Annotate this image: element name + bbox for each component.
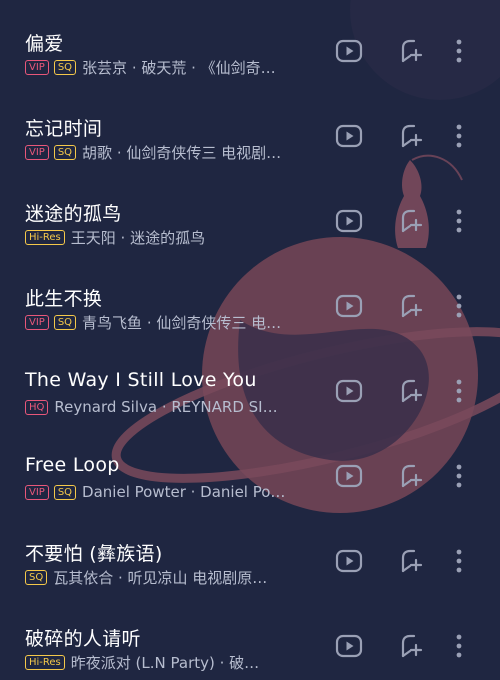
- more-vertical-icon[interactable]: [452, 548, 466, 574]
- more-vertical-icon[interactable]: [452, 293, 466, 319]
- song-subtitle: 胡歌 · 仙剑奇侠传三 电视剧…: [82, 143, 282, 162]
- song-row[interactable]: Free Loop VIP SQ Daniel Powter · Daniel Po…: [0, 425, 500, 510]
- quality-badge-sq: SQ: [53, 314, 77, 330]
- play-video-icon[interactable]: [335, 634, 363, 658]
- song-meta: Hi-Res 昨夜派对 (L.N Party) · 破…: [25, 653, 260, 672]
- song-meta: SQ 瓦其依合 · 听见凉山 电视剧原…: [25, 568, 268, 587]
- play-video-icon[interactable]: [335, 209, 363, 233]
- add-to-playlist-icon[interactable]: [398, 633, 424, 659]
- song-meta: HQ Reynard Silva · REYNARD SI…: [25, 398, 278, 416]
- play-video-icon[interactable]: [335, 124, 363, 148]
- song-title: The Way I Still Love You: [25, 369, 257, 391]
- song-meta: VIP SQ 张芸京 · 破天荒 · 《仙剑奇…: [25, 58, 276, 77]
- play-video-icon[interactable]: [335, 549, 363, 573]
- song-row[interactable]: 忘记时间 VIP SQ 胡歌 · 仙剑奇侠传三 电视剧…: [0, 85, 500, 170]
- quality-badge-sq: SQ: [53, 484, 77, 500]
- song-subtitle: 王天阳 · 迷途的孤鸟: [70, 228, 206, 247]
- quality-badge-vip: VIP: [25, 484, 49, 500]
- song-list: 偏爱 VIP SQ 张芸京 · 破天荒 · 《仙剑奇… 忘记时间 VIP SQ 胡歌 · 仙剑…: [0, 0, 500, 680]
- quality-badge-hires: Hi-Res: [25, 229, 65, 245]
- song-row[interactable]: The Way I Still Love You HQ Reynard Silva …: [0, 340, 500, 425]
- more-vertical-icon[interactable]: [452, 463, 466, 489]
- song-meta: Hi-Res 王天阳 · 迷途的孤鸟: [25, 228, 206, 247]
- song-meta: VIP SQ 胡歌 · 仙剑奇侠传三 电视剧…: [25, 143, 282, 162]
- more-vertical-icon[interactable]: [452, 38, 466, 64]
- song-title: 偏爱: [25, 33, 64, 55]
- quality-badge-sq: SQ: [53, 144, 77, 160]
- quality-badge-vip: VIP: [25, 144, 49, 160]
- quality-badge-vip: VIP: [25, 314, 49, 330]
- song-subtitle: 昨夜派对 (L.N Party) · 破…: [70, 653, 260, 672]
- song-subtitle: 青鸟飞鱼 · 仙剑奇侠传三 电…: [82, 313, 282, 332]
- more-vertical-icon[interactable]: [452, 208, 466, 234]
- song-row[interactable]: 此生不换 VIP SQ 青鸟飞鱼 · 仙剑奇侠传三 电…: [0, 255, 500, 340]
- add-to-playlist-icon[interactable]: [398, 548, 424, 574]
- more-vertical-icon[interactable]: [452, 633, 466, 659]
- song-row[interactable]: 迷途的孤鸟 Hi-Res 王天阳 · 迷途的孤鸟: [0, 170, 500, 255]
- add-to-playlist-icon[interactable]: [398, 38, 424, 64]
- play-video-icon[interactable]: [335, 294, 363, 318]
- song-title: 此生不换: [25, 288, 103, 310]
- song-row[interactable]: 破碎的人请听 Hi-Res 昨夜派对 (L.N Party) · 破…: [0, 595, 500, 680]
- song-subtitle: Daniel Powter · Daniel Po…: [82, 483, 286, 501]
- song-meta: VIP SQ Daniel Powter · Daniel Po…: [25, 483, 285, 501]
- song-row[interactable]: 偏爱 VIP SQ 张芸京 · 破天荒 · 《仙剑奇…: [0, 0, 500, 85]
- song-subtitle: 瓦其依合 · 听见凉山 电视剧原…: [53, 568, 268, 587]
- song-title: 忘记时间: [25, 118, 103, 140]
- song-subtitle: Reynard Silva · REYNARD SI…: [54, 398, 278, 416]
- song-row[interactable]: 不要怕 (彝族语) SQ 瓦其依合 · 听见凉山 电视剧原…: [0, 510, 500, 595]
- add-to-playlist-icon[interactable]: [398, 463, 424, 489]
- add-to-playlist-icon[interactable]: [398, 293, 424, 319]
- quality-badge-hq: HQ: [25, 399, 49, 415]
- add-to-playlist-icon[interactable]: [398, 378, 424, 404]
- more-vertical-icon[interactable]: [452, 123, 466, 149]
- song-title: 迷途的孤鸟: [25, 203, 122, 225]
- add-to-playlist-icon[interactable]: [398, 208, 424, 234]
- quality-badge-vip: VIP: [25, 59, 49, 75]
- song-subtitle: 张芸京 · 破天荒 · 《仙剑奇…: [82, 58, 276, 77]
- song-title: Free Loop: [25, 454, 120, 476]
- song-title: 破碎的人请听: [25, 628, 141, 650]
- song-title: 不要怕 (彝族语): [25, 543, 163, 565]
- play-video-icon[interactable]: [335, 464, 363, 488]
- add-to-playlist-icon[interactable]: [398, 123, 424, 149]
- quality-badge-sq: SQ: [25, 569, 48, 585]
- play-video-icon[interactable]: [335, 379, 363, 403]
- quality-badge-sq: SQ: [53, 59, 77, 75]
- quality-badge-hires: Hi-Res: [25, 654, 65, 670]
- more-vertical-icon[interactable]: [452, 378, 466, 404]
- song-meta: VIP SQ 青鸟飞鱼 · 仙剑奇侠传三 电…: [25, 313, 282, 332]
- play-video-icon[interactable]: [335, 39, 363, 63]
